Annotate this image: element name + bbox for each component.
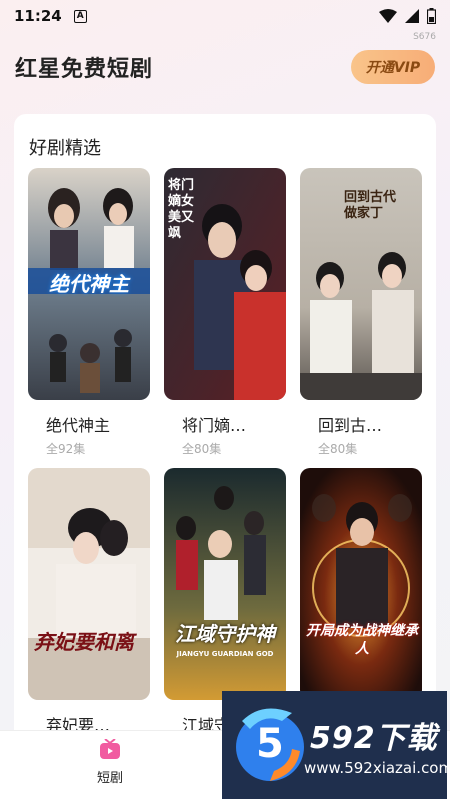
poster-image[interactable]: 江域守护神 JIANGYU GUARDIAN GOD xyxy=(164,468,286,700)
poster-image[interactable]: 弃妃要和离 xyxy=(28,468,150,700)
status-icons xyxy=(379,8,436,24)
poster-title-text: 江域守护神 xyxy=(175,622,275,646)
poster-title-text: 将门嫡女美又飒 xyxy=(168,178,195,241)
drama-episodes: 全80集 xyxy=(182,442,222,456)
nav-item-drama[interactable]: 短剧 xyxy=(80,739,140,786)
drama-card[interactable]: 开局成为战神继承人 xyxy=(300,468,422,700)
app-title: 红星免费短剧 xyxy=(15,57,154,82)
poster-image[interactable]: 开局成为战神继承人 xyxy=(300,468,422,700)
poster-image[interactable]: 回到古代做家丁 xyxy=(300,168,422,400)
wifi-icon xyxy=(379,9,397,23)
poster-title-text: 开局成为战神继承人 xyxy=(306,623,418,657)
section-title: 好剧精选 xyxy=(29,138,101,159)
signal-icon xyxy=(405,9,419,23)
drama-title: 绝代神主 xyxy=(46,416,111,435)
drama-card[interactable]: 回到古代做家丁 回到古… 全80集 xyxy=(300,168,422,457)
drama-episodes: 全92集 xyxy=(46,442,86,456)
poster-image[interactable]: 将门嫡女美又飒 xyxy=(164,168,286,400)
tv-icon xyxy=(99,739,121,761)
poster-image[interactable]: 绝代神主 xyxy=(28,168,150,400)
vip-button[interactable]: 开通VIP xyxy=(351,50,435,84)
watermark-label: S676 xyxy=(413,32,436,42)
site-watermark-logo: 5 592下载 www.592xiazai.com xyxy=(222,691,447,799)
drama-card[interactable]: 绝代神主 绝代神主 全92集 xyxy=(28,168,150,457)
featured-card: 好剧精选 绝代神主 绝代神主 全92集 将门嫡女美又飒 将门嫡… 全80集 回到… xyxy=(14,114,436,754)
status-bar: 11:24 A xyxy=(0,0,450,32)
app-screen: 11:24 A S676 红星免费短剧 开通VIP 好剧精选 绝代神主 绝代神主… xyxy=(0,0,450,800)
poster-title-text: 绝代神主 xyxy=(49,272,129,296)
site-logo-brand: 592下载 xyxy=(310,721,438,756)
poster-title-text: 弃妃要和离 xyxy=(34,630,134,654)
status-time: 11:24 xyxy=(14,7,62,25)
poster-title-text: 回到古代做家丁 xyxy=(344,190,397,221)
drama-card[interactable]: 弃妃要和离 弃妃要… xyxy=(28,468,150,736)
drama-title: 将门嫡… xyxy=(182,416,247,435)
poster-subtitle-text: JIANGYU GUARDIAN GOD xyxy=(176,650,274,658)
notification-a-icon: A xyxy=(73,9,87,23)
drama-card[interactable]: 将门嫡女美又飒 将门嫡… 全80集 xyxy=(164,168,286,457)
nav-label: 短剧 xyxy=(96,771,123,786)
battery-icon xyxy=(427,8,436,24)
app-header: 红星免费短剧 开通VIP xyxy=(0,44,450,90)
drama-episodes: 全80集 xyxy=(318,442,358,456)
drama-title: 回到古… xyxy=(318,416,383,435)
site-logo-url: www.592xiazai.com xyxy=(304,759,447,777)
site-logo-mark: 5 xyxy=(256,721,284,767)
